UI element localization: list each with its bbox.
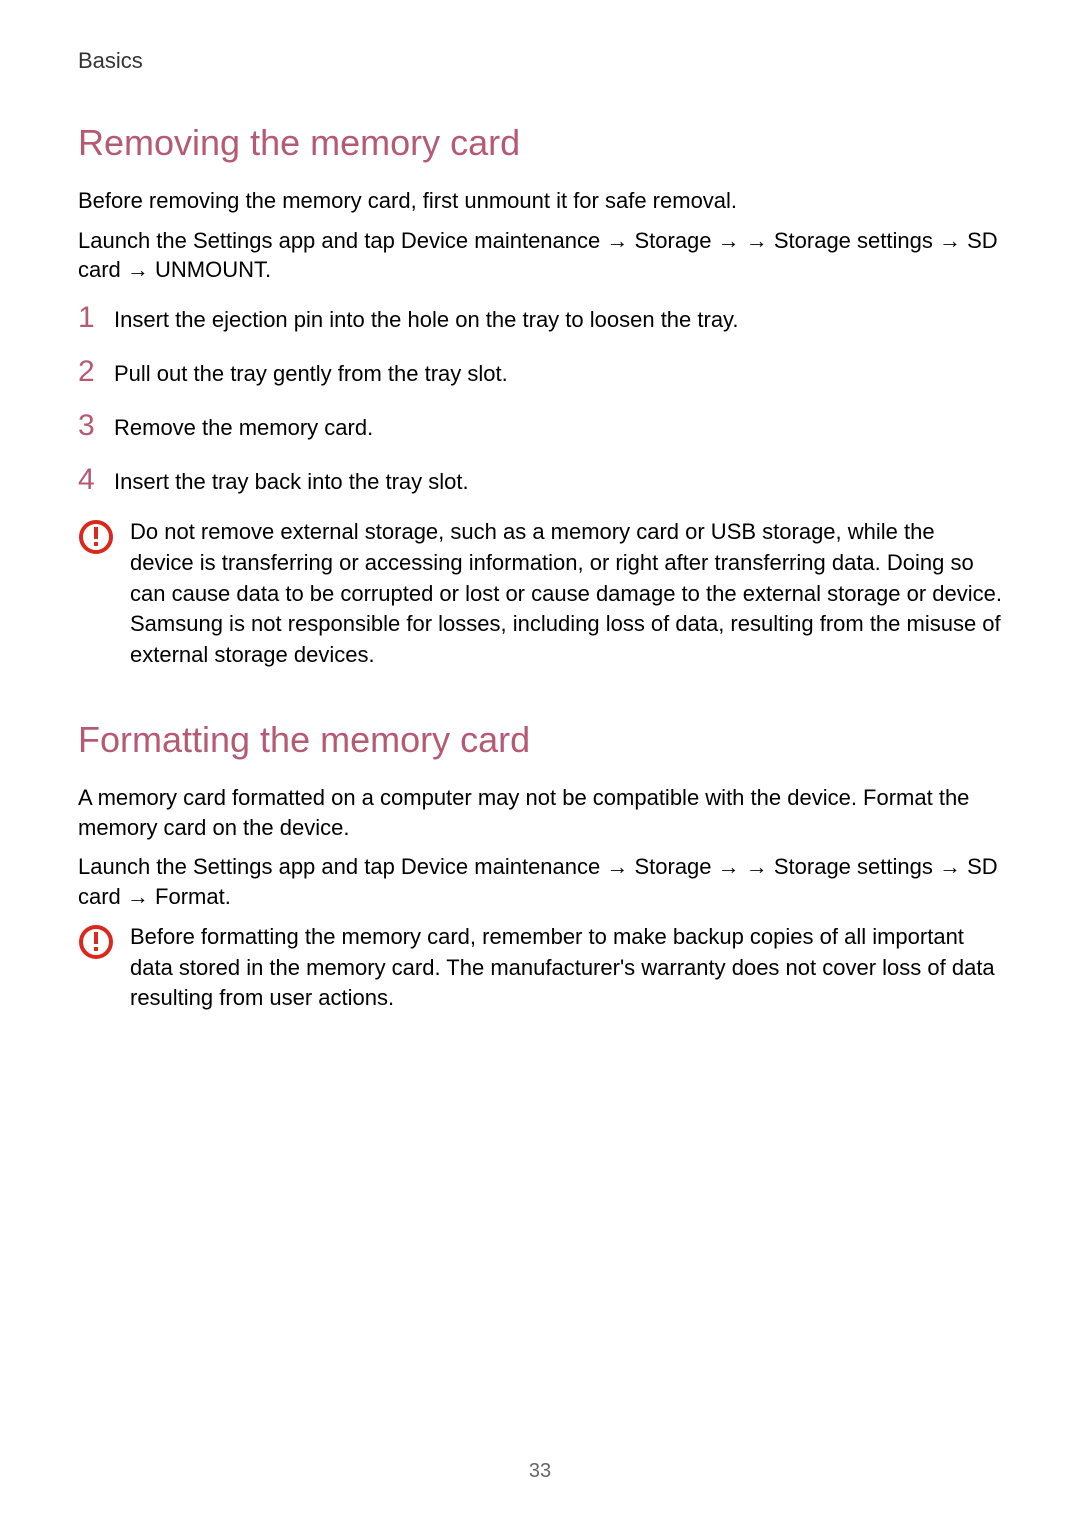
section1-nav-path: Launch the Settings app and tap Device m… xyxy=(78,226,1002,285)
step-text: Remove the memory card. xyxy=(114,413,373,443)
step-number: 2 xyxy=(78,355,114,389)
step-row: 3 Remove the memory card. xyxy=(78,409,1002,443)
section1-heading: Removing the memory card xyxy=(78,122,1002,164)
warning-icon xyxy=(78,924,114,960)
step-text: Pull out the tray gently from the tray s… xyxy=(114,359,508,389)
step-row: 4 Insert the tray back into the tray slo… xyxy=(78,463,1002,497)
step-number: 1 xyxy=(78,301,114,335)
step-text: Insert the ejection pin into the hole on… xyxy=(114,305,739,335)
warning-icon xyxy=(78,519,114,555)
page-number: 33 xyxy=(0,1460,1080,1483)
step-number: 3 xyxy=(78,409,114,443)
step-row: 2 Pull out the tray gently from the tray… xyxy=(78,355,1002,389)
section2-warning-callout: Before formatting the memory card, remem… xyxy=(78,922,1002,1014)
section2-nav-path: Launch the Settings app and tap Device m… xyxy=(78,852,1002,911)
section1-steps: 1 Insert the ejection pin into the hole … xyxy=(78,301,1002,497)
section1-intro: Before removing the memory card, first u… xyxy=(78,186,1002,216)
step-text: Insert the tray back into the tray slot. xyxy=(114,467,469,497)
step-row: 1 Insert the ejection pin into the hole … xyxy=(78,301,1002,335)
warning-text: Before formatting the memory card, remem… xyxy=(130,922,1002,1014)
step-number: 4 xyxy=(78,463,114,497)
section2-intro: A memory card formatted on a computer ma… xyxy=(78,783,1002,842)
section1-warning-callout: Do not remove external storage, such as … xyxy=(78,517,1002,671)
section2-heading: Formatting the memory card xyxy=(78,719,1002,761)
warning-text: Do not remove external storage, such as … xyxy=(130,517,1002,671)
header-category: Basics xyxy=(78,48,1002,74)
